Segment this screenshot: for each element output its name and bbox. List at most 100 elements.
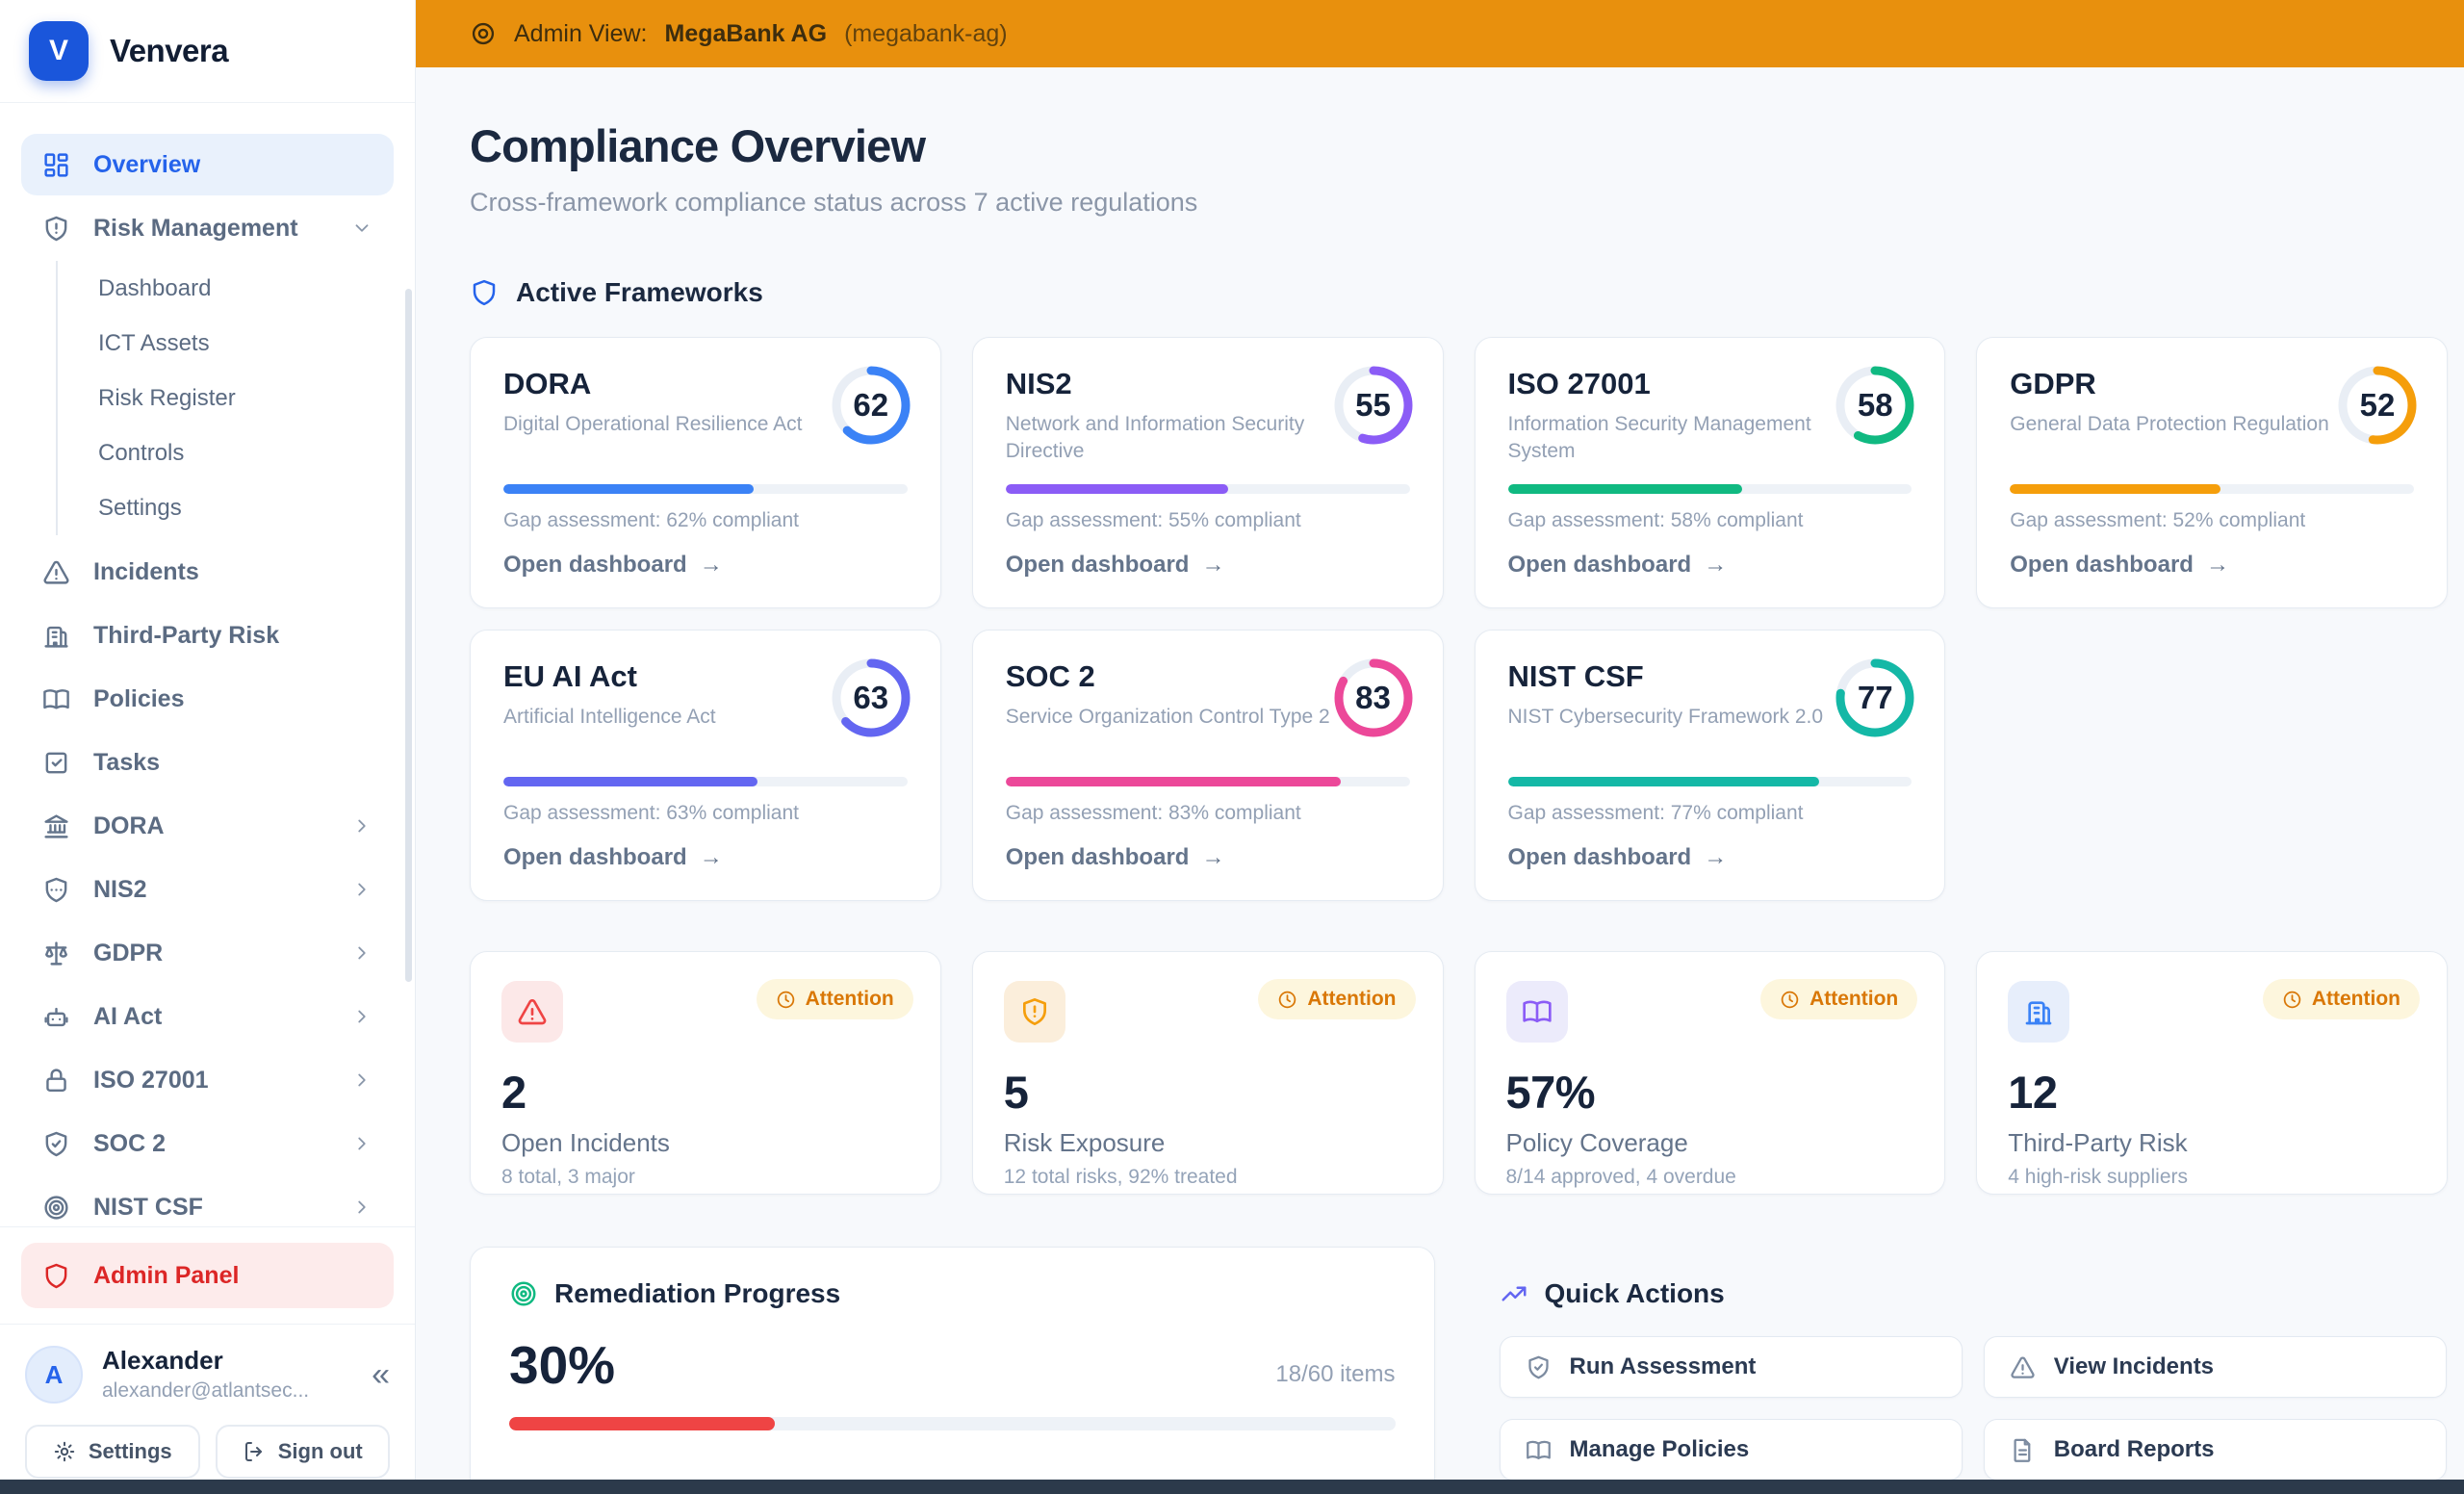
sidebar-item-admin-panel[interactable]: Admin Panel	[21, 1243, 394, 1308]
framework-score: 77	[1833, 656, 1917, 740]
arrow-right-icon: →	[700, 844, 723, 871]
sidebar-item-iso-27001[interactable]: ISO 27001	[21, 1049, 394, 1111]
framework-card: SOC 2 Service Organization Control Type …	[972, 630, 1444, 901]
clock-icon	[2282, 990, 2302, 1010]
sidebar-item-nist-csf[interactable]: NIST CSF	[21, 1176, 394, 1226]
admin-panel-label: Admin Panel	[93, 1262, 239, 1290]
admin-view-banner: Admin View: MegaBank AG (megabank-ag)	[416, 0, 2464, 67]
framework-score: 62	[829, 363, 913, 448]
view-incidents-button[interactable]: View Incidents	[1984, 1336, 2447, 1398]
settings-button[interactable]: Settings	[25, 1425, 200, 1479]
open-dashboard-link[interactable]: Open dashboard →	[503, 552, 723, 579]
alert-triangle-icon	[501, 981, 563, 1043]
sidebar-item-label: Tasks	[93, 749, 160, 777]
open-dashboard-link[interactable]: Open dashboard →	[1006, 844, 1225, 871]
score-ring: 62	[829, 363, 913, 448]
sidebar-item-dora[interactable]: DORA	[21, 795, 394, 857]
sidebar-item-label: GDPR	[93, 940, 163, 967]
arrow-right-icon: →	[1201, 844, 1224, 871]
framework-card: GDPR General Data Protection Regulation …	[1976, 337, 2448, 608]
trending-up-icon	[1500, 1279, 1528, 1308]
sign-out-button[interactable]: Sign out	[216, 1425, 391, 1479]
sidebar-item-third-party-risk[interactable]: Third-Party Risk	[21, 605, 394, 666]
sidebar-subitem-controls[interactable]: Controls	[98, 425, 394, 480]
sidebar-subitem-settings[interactable]: Settings	[98, 480, 394, 535]
page-title: Compliance Overview	[470, 119, 2448, 172]
stat-card-open-incidents: Attention 2 Open Incidents 8 total, 3 ma…	[470, 951, 941, 1195]
sidebar-item-policies[interactable]: Policies	[21, 668, 394, 730]
building-icon	[42, 622, 70, 650]
chevron-right-icon	[351, 1133, 372, 1154]
stat-subtext: 12 total risks, 92% treated	[1004, 1166, 1412, 1189]
book-open-icon	[42, 685, 70, 713]
quick-actions-title: Quick Actions	[1545, 1278, 1725, 1309]
framework-description: Network and Information Security Directi…	[1006, 411, 1338, 466]
sidebar-subitem-risk-register[interactable]: Risk Register	[98, 371, 394, 425]
logout-icon	[243, 1440, 266, 1463]
view-incidents-label: View Incidents	[2054, 1353, 2214, 1380]
sidebar-item-soc-2[interactable]: SOC 2	[21, 1113, 394, 1174]
framework-gap-text: Gap assessment: 62% compliant	[503, 509, 799, 532]
page-subtitle: Cross-framework compliance status across…	[470, 188, 2448, 218]
stat-card-policy-coverage: Attention 57% Policy Coverage 8/14 appro…	[1475, 951, 1946, 1195]
manage-policies-button[interactable]: Manage Policies	[1500, 1419, 1963, 1481]
framework-card: NIS2 Network and Information Security Di…	[972, 337, 1444, 608]
framework-score: 83	[1331, 656, 1416, 740]
board-reports-button[interactable]: Board Reports	[1984, 1419, 2447, 1481]
framework-gap-text: Gap assessment: 83% compliant	[1006, 802, 1301, 825]
collapse-sidebar-button[interactable]: «	[372, 1358, 390, 1391]
open-dashboard-link[interactable]: Open dashboard →	[2010, 552, 2229, 579]
framework-name: DORA	[503, 367, 591, 401]
sidebar-item-ai-act[interactable]: AI Act	[21, 986, 394, 1047]
banner-org-name: MegaBank AG	[665, 20, 828, 48]
risk-management-subnav: Dashboard ICT Assets Risk Register Contr…	[56, 261, 394, 535]
sidebar-item-nis2[interactable]: NIS2	[21, 859, 394, 920]
open-dashboard-link[interactable]: Open dashboard →	[1508, 844, 1728, 871]
chevron-right-icon	[351, 815, 372, 837]
clock-icon	[1780, 990, 1800, 1010]
framework-score: 52	[2335, 363, 2420, 448]
run-assessment-button[interactable]: Run Assessment	[1500, 1336, 1963, 1398]
framework-gap-text: Gap assessment: 77% compliant	[1508, 802, 1804, 825]
sidebar-item-tasks[interactable]: Tasks	[21, 732, 394, 793]
robot-icon	[42, 1003, 70, 1031]
open-dashboard-link[interactable]: Open dashboard →	[1508, 552, 1728, 579]
open-dashboard-label: Open dashboard	[503, 552, 687, 579]
sidebar-subitem-ict-assets[interactable]: ICT Assets	[98, 316, 394, 371]
arrow-right-icon: →	[1704, 552, 1727, 579]
sidebar-item-risk-management[interactable]: Risk Management	[21, 197, 394, 259]
framework-card: NIST CSF NIST Cybersecurity Framework 2.…	[1475, 630, 1946, 901]
sidebar-item-gdpr[interactable]: GDPR	[21, 922, 394, 984]
sidebar-item-overview[interactable]: Overview	[21, 134, 394, 195]
user-section: A Alexander alexander@atlantsec... « Set…	[0, 1324, 415, 1494]
book-open-icon	[1506, 981, 1568, 1043]
bottom-edge-bar	[0, 1480, 2464, 1494]
clock-icon	[1277, 990, 1297, 1010]
open-dashboard-link[interactable]: Open dashboard →	[1006, 552, 1225, 579]
chevron-right-icon	[351, 879, 372, 900]
framework-name: SOC 2	[1006, 659, 1095, 694]
arrow-right-icon: →	[700, 552, 723, 579]
run-assessment-label: Run Assessment	[1570, 1353, 1757, 1380]
sidebar-scrollbar[interactable]	[405, 289, 412, 982]
sidebar-item-label: Policies	[93, 685, 185, 713]
open-dashboard-link[interactable]: Open dashboard →	[503, 844, 723, 871]
bottom-section: Remediation Progress 30% 18/60 items	[470, 1247, 2448, 1494]
brand-header: V Venvera	[0, 0, 415, 103]
attention-badge-label: Attention	[1810, 988, 1898, 1011]
sidebar-item-label: DORA	[93, 812, 165, 840]
chevron-right-icon	[351, 1197, 372, 1218]
framework-gap-text: Gap assessment: 58% compliant	[1508, 509, 1804, 532]
framework-score: 55	[1331, 363, 1416, 448]
stat-subtext: 8 total, 3 major	[501, 1166, 910, 1189]
remediation-items-count: 18/60 items	[1275, 1361, 1395, 1396]
framework-progressbar	[1508, 484, 1912, 494]
shield-alert-icon	[1004, 981, 1065, 1043]
target-icon	[509, 1279, 538, 1308]
sidebar-item-incidents[interactable]: Incidents	[21, 541, 394, 603]
banner-org-slug: (megabank-ag)	[844, 20, 1008, 48]
user-info: Alexander alexander@atlantsec...	[102, 1347, 309, 1403]
target-icon	[42, 1194, 70, 1222]
sidebar-subitem-dashboard[interactable]: Dashboard	[98, 261, 394, 316]
framework-description: Artificial Intelligence Act	[503, 704, 716, 731]
